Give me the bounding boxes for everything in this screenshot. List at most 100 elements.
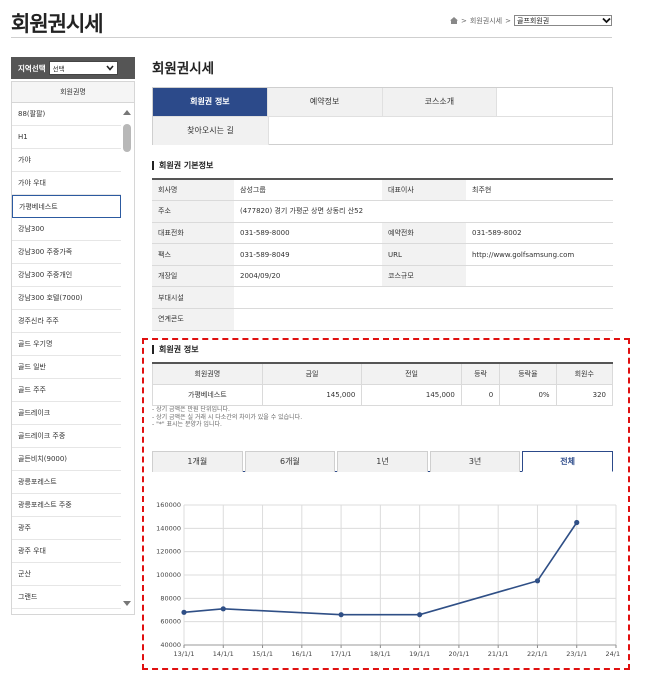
x-tick-label: 17/1/1 — [331, 650, 352, 658]
scroll-up-arrow-icon[interactable] — [123, 110, 131, 115]
page-title: 회원권시세 — [11, 12, 104, 36]
breadcrumb-sep: > — [461, 16, 467, 25]
membership-list-header: 회원권명 — [11, 81, 135, 103]
data-point[interactable] — [417, 612, 423, 618]
sidebar-item[interactable]: 골드레이크 — [12, 402, 121, 425]
x-tick-label: 20/1/1 — [448, 650, 469, 658]
data-point[interactable] — [181, 609, 187, 615]
breadcrumb: > 회원권시세 > 골프회원권 — [450, 15, 612, 26]
info-value — [234, 308, 613, 331]
y-tick-label: 60000 — [160, 618, 181, 626]
scroll-down-arrow-icon[interactable] — [123, 601, 131, 606]
chevron-down-icon — [602, 17, 611, 24]
sidebar-item[interactable]: 강남300 주중개인 — [12, 264, 121, 287]
y-tick-label: 140000 — [156, 524, 181, 532]
sidebar-item[interactable]: 가야 — [12, 149, 121, 172]
table-row: 부대시설 — [152, 286, 613, 310]
data-point[interactable] — [574, 519, 580, 526]
data-point[interactable] — [534, 578, 541, 584]
y-tick-label: 80000 — [160, 594, 181, 602]
scrollbar[interactable] — [121, 103, 134, 614]
info-value: 031-589-8000 — [234, 221, 382, 245]
table-cell: 145,000 — [261, 383, 363, 406]
column-header: 전일 — [361, 362, 462, 385]
info-key: 팩스 — [152, 243, 234, 266]
info-value: http://www.golfsamsung.com — [466, 243, 613, 266]
sidebar-item[interactable]: 강남300 호텔(7000) — [12, 287, 121, 310]
scroll-thumb[interactable] — [123, 124, 131, 152]
sidebar-item[interactable]: 골든비치(9000) — [12, 448, 121, 471]
data-point[interactable] — [220, 606, 226, 612]
sidebar-item[interactable]: 그랜드 — [12, 586, 121, 609]
info-key: 대표이사 — [382, 178, 466, 202]
sidebar-item[interactable]: 광릉포레스트 — [12, 471, 121, 494]
period-tab[interactable]: 6개월 — [244, 451, 336, 472]
table-cell: 320 — [555, 383, 614, 406]
breadcrumb-item[interactable]: 회원권시세 — [470, 16, 502, 26]
y-tick-label: 160000 — [156, 501, 181, 509]
info-value — [234, 286, 613, 310]
info-key: 예약전화 — [382, 221, 466, 245]
y-tick-label: 40000 — [160, 641, 181, 649]
basic-info-title: 회원권 기본정보 — [152, 161, 213, 170]
sidebar-item[interactable]: 강남300 — [12, 218, 121, 241]
tab-membership-info[interactable]: 회원권 정보 — [153, 88, 268, 116]
info-tabs: 회원권 정보 예약정보 코스소개 찾아오시는 길 — [152, 87, 613, 145]
sidebar-item[interactable]: 강남300 주중가족 — [12, 241, 121, 264]
sidebar-item[interactable]: H1 — [12, 126, 121, 149]
category-select-value: 골프회원권 — [517, 16, 550, 25]
info-key: 연계콘도 — [152, 308, 234, 331]
sidebar-item[interactable]: 88(팔팔) — [12, 103, 121, 126]
table-row: 대표전화 031-589-8000 예약전화 031-589-8002 — [152, 221, 613, 245]
info-value: 031-589-8049 — [234, 243, 382, 266]
period-tab[interactable]: 전체 — [522, 451, 613, 472]
tab-directions[interactable]: 찾아오시는 길 — [153, 117, 269, 145]
sidebar-item[interactable]: 광주 — [12, 517, 121, 540]
period-tab[interactable]: 3년 — [429, 451, 521, 472]
x-tick-label: 22/1/1 — [527, 650, 548, 658]
sidebar-item[interactable]: 가야 우대 — [12, 172, 121, 195]
region-select-value: 선택 — [52, 65, 65, 73]
info-value: 2004/09/20 — [234, 264, 382, 288]
info-value: 최주현 — [466, 178, 613, 202]
sidebar-item[interactable]: 경주신라 주주 — [12, 310, 121, 333]
header-divider — [11, 37, 612, 38]
basic-info-table: 회사명 삼성그룹 대표이사 최주현 주소 (477820) 경기 가평군 상면 상동리 산… — [152, 178, 613, 331]
tab-reservation[interactable]: 예약정보 — [267, 88, 383, 116]
info-key: 주소 — [152, 200, 234, 223]
info-key: 개장일 — [152, 264, 234, 288]
table-cell: 0% — [499, 383, 557, 406]
region-label: 지역선택 — [18, 63, 46, 73]
home-icon[interactable] — [450, 17, 459, 24]
tab-empty — [497, 88, 612, 116]
sidebar-item[interactable]: 광주 우대 — [12, 540, 121, 563]
region-select[interactable]: 선택 — [48, 61, 118, 75]
membership-list[interactable]: 88(팔팔) H1 가야 가야 우대 가평베네스트 강남300 강남300 주중가족 강남30… — [11, 103, 135, 615]
note-line: - 상기 금액은 만원 단위입니다. — [152, 406, 230, 413]
sidebar-item[interactable]: 가평베네스트 — [12, 195, 121, 218]
sidebar-item[interactable]: 골드 일반 — [12, 356, 121, 379]
period-tab[interactable]: 1년 — [337, 451, 428, 472]
price-table: 회원권명 금일 전일 등락 등락율 회원수 가평베네스트 145,000 145,000 0 0%… — [152, 362, 614, 406]
x-tick-label: 19/1/1 — [409, 650, 430, 658]
chevron-down-icon — [106, 65, 114, 71]
table-row: 가평베네스트 145,000 145,000 0 0% 320 — [152, 383, 614, 406]
category-select[interactable]: 골프회원권 — [514, 15, 612, 26]
sidebar-item[interactable]: 골드 주주 — [12, 379, 121, 402]
sidebar-item[interactable]: 군산 — [12, 563, 121, 586]
x-tick-label: 18/1/1 — [370, 650, 391, 658]
column-header: 회원수 — [555, 362, 614, 385]
sidebar-item[interactable]: 골드 우기명 — [12, 333, 121, 356]
period-tab[interactable]: 1개월 — [152, 451, 243, 472]
column-header: 금일 — [261, 362, 363, 385]
breadcrumb-sep: > — [505, 16, 511, 25]
data-point[interactable] — [338, 612, 344, 618]
note-line: - "*" 표시는 분양가 입니다. — [152, 421, 222, 428]
tab-course-intro[interactable]: 코스소개 — [382, 88, 498, 116]
price-chart: 40000 60000 80000 100000 120000 140000 160000 1… — [156, 501, 620, 658]
sidebar-item[interactable]: 광릉포레스트 주중 — [12, 494, 121, 517]
price-info-title: 회원권 정보 — [152, 345, 199, 354]
sidebar-item[interactable]: 골드레이크 주중 — [12, 425, 121, 448]
info-value: (477820) 경기 가평군 상면 상동리 산52 — [234, 200, 382, 223]
info-key: 대표전화 — [152, 221, 234, 245]
